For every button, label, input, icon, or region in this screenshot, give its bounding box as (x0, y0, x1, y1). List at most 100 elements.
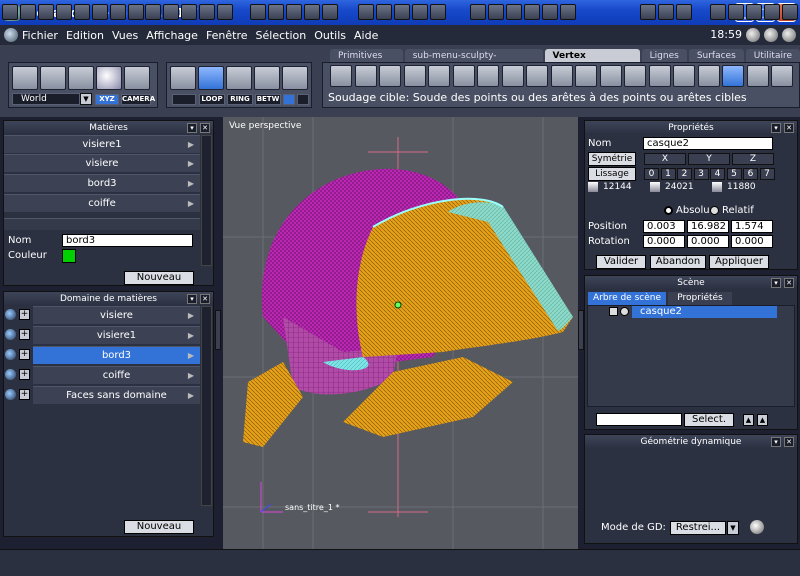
viewport-perspective[interactable]: Vue perspective sans_titre_1 * (223, 117, 578, 551)
tab-utilitaire[interactable]: Utilitaire (745, 49, 800, 63)
scale-icon[interactable] (124, 66, 150, 90)
smoothing-level-5[interactable]: 5 (726, 168, 742, 180)
layout-7-icon[interactable] (110, 4, 126, 20)
all-mode-icon[interactable] (282, 66, 308, 90)
move-icon[interactable] (68, 66, 94, 90)
menu-fenetre[interactable]: Fenêtre (206, 29, 248, 42)
settings-sphere-icon[interactable] (764, 28, 778, 42)
arrow-up-icon[interactable]: ▲ (743, 414, 754, 426)
hexagon-menu-icon[interactable] (4, 28, 18, 42)
render-3-icon[interactable] (506, 4, 522, 20)
xyz-button[interactable]: XYZ (95, 94, 119, 105)
menu-edition[interactable]: Edition (66, 29, 104, 42)
menu-fichier[interactable]: Fichier (22, 29, 58, 42)
lock-icon[interactable] (609, 307, 618, 316)
scene-item-casque2[interactable]: casque2 (632, 306, 777, 318)
panel-close-icon[interactable]: ✕ (784, 437, 794, 447)
grid-icon[interactable] (145, 4, 161, 20)
add-icon[interactable]: + (19, 349, 30, 360)
arrow-up-icon-2[interactable]: ▲ (757, 414, 768, 426)
material-item[interactable]: visiere ▶ (4, 154, 200, 172)
smooth-boolean-icon[interactable] (477, 65, 499, 87)
menu-vues[interactable]: Vues (112, 29, 138, 42)
object-name-field[interactable]: casque2 (643, 137, 773, 150)
persp-icon[interactable] (199, 4, 215, 20)
gd-sphere-icon[interactable] (750, 520, 764, 534)
panel-menu-icon[interactable]: ▾ (771, 278, 781, 288)
pull-icon[interactable] (746, 65, 769, 87)
validate-button[interactable]: Valider (596, 255, 646, 269)
panel-menu-icon[interactable]: ▾ (187, 123, 197, 133)
render-6-icon[interactable] (560, 4, 576, 20)
texture-icon[interactable] (728, 4, 744, 20)
domain-sphere-icon[interactable] (5, 329, 16, 340)
snap-icon[interactable] (163, 4, 179, 20)
tab-sculpty-primitives[interactable]: sub-menu-sculpty-primitives (404, 49, 543, 75)
eye-icon[interactable] (304, 4, 320, 20)
tab-scene-tree[interactable]: Arbre de scène (588, 292, 666, 305)
lasso-icon[interactable] (40, 66, 66, 90)
domain-item[interactable]: coiffe ▶ (33, 366, 200, 384)
axes-icon[interactable] (358, 4, 374, 20)
material-name-field[interactable]: bord3 (62, 234, 193, 247)
panel-close-icon[interactable]: ✕ (200, 123, 210, 133)
scale-gizmo-icon[interactable] (412, 4, 428, 20)
render-4-icon[interactable] (524, 4, 540, 20)
panel-menu-icon[interactable]: ▾ (771, 437, 781, 447)
weld-target-icon[interactable] (722, 65, 744, 87)
dissolve-icon[interactable] (648, 65, 671, 87)
rotation-x-field[interactable]: 0.000 (643, 235, 685, 248)
menu-outils[interactable]: Outils (314, 29, 346, 42)
position-z-field[interactable]: 1.574 (731, 220, 773, 233)
material-item[interactable]: bord3 ▶ (4, 174, 200, 192)
zoom-icon[interactable] (268, 4, 284, 20)
position-y-field[interactable]: 16.982 (687, 220, 729, 233)
light-3-icon[interactable] (676, 4, 692, 20)
smoothing-level-4[interactable]: 4 (710, 168, 725, 180)
uv-icon[interactable] (217, 4, 233, 20)
materials-scrollbar[interactable] (201, 135, 212, 266)
light-2-icon[interactable] (658, 4, 674, 20)
material-item[interactable]: coiffe ▶ (4, 194, 200, 212)
panel-close-icon[interactable]: ✕ (784, 123, 794, 133)
apply-button[interactable]: Appliquer (709, 255, 769, 269)
tab-scene-properties[interactable]: Propriétés (668, 292, 732, 305)
split-icon[interactable] (599, 65, 622, 87)
layout-5-icon[interactable] (74, 4, 90, 20)
domain-item[interactable]: visiere ▶ (33, 306, 200, 324)
gd-mode-select[interactable]: Restrei... (670, 521, 726, 535)
select-arrow-icon[interactable] (12, 66, 38, 90)
cut-icon[interactable] (550, 65, 573, 87)
material-color-swatch[interactable] (62, 249, 76, 263)
render-2-icon[interactable] (488, 4, 504, 20)
chamfer-icon[interactable] (403, 65, 426, 87)
panel-close-icon[interactable]: ✕ (784, 278, 794, 288)
domain-scrollbar[interactable] (201, 306, 212, 506)
smoothing-level-2[interactable]: 2 (677, 168, 692, 180)
slice-icon[interactable] (575, 65, 597, 87)
menu-affichage[interactable]: Affichage (146, 29, 198, 42)
smoothing-level-1[interactable]: 1 (660, 168, 676, 180)
menu-selection[interactable]: Sélection (256, 29, 307, 42)
position-x-field[interactable]: 0.003 (643, 220, 685, 233)
fit-icon[interactable] (286, 4, 302, 20)
domain-sphere-icon[interactable] (5, 309, 16, 320)
drop-icon[interactable] (430, 4, 446, 20)
panel-close-icon[interactable]: ✕ (200, 294, 210, 304)
rotate-gizmo-icon[interactable] (394, 4, 410, 20)
new-domain-button[interactable]: Nouveau (124, 520, 194, 534)
grow-select-icon[interactable] (283, 94, 295, 105)
scene-filter-field[interactable] (596, 413, 682, 426)
edge-mode-icon[interactable] (226, 66, 252, 90)
menu-aide[interactable]: Aide (354, 29, 378, 42)
layout-6-icon[interactable] (92, 4, 108, 20)
symmetry-icon[interactable] (771, 65, 793, 87)
render-1-icon[interactable] (470, 4, 486, 20)
walk-icon[interactable] (322, 4, 338, 20)
material-icon[interactable] (710, 4, 726, 20)
loop-button[interactable]: LOOP (199, 94, 225, 105)
domain-sphere-icon[interactable] (5, 389, 16, 400)
camera-button[interactable]: CAMERA (121, 94, 155, 105)
smoothing-level-7[interactable]: 7 (759, 168, 775, 180)
smoothing-level-6[interactable]: 6 (743, 168, 758, 180)
